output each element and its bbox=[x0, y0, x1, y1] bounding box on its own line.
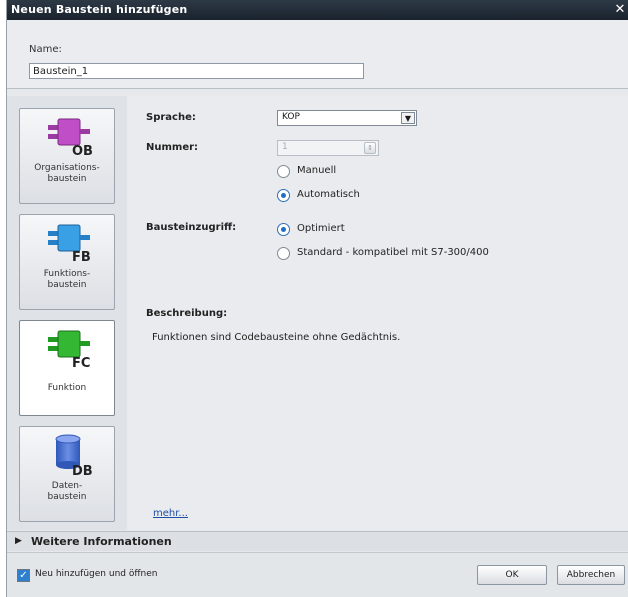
description-label: Beschreibung: bbox=[146, 308, 228, 319]
language-label: Sprache: bbox=[146, 112, 196, 123]
radio-standard[interactable]: Standard - kompatibel mit S7-300/400 bbox=[277, 246, 517, 262]
name-input[interactable] bbox=[29, 63, 364, 79]
block-type-label: Daten- baustein bbox=[47, 481, 87, 502]
ok-button[interactable]: OK bbox=[477, 565, 547, 585]
dialog-footer: ✓ Neu hinzufügen und öffnen OK Abbrechen bbox=[7, 552, 628, 597]
radio-manual[interactable]: Manuell bbox=[277, 164, 467, 180]
add-block-dialog: Neuen Baustein hinzufügen ✕ Name: OB Org… bbox=[6, 0, 628, 597]
svg-text:FC: FC bbox=[72, 356, 90, 371]
block-type-ob[interactable]: OB Organisations- baustein bbox=[19, 108, 115, 204]
radio-circle[interactable] bbox=[277, 223, 290, 236]
block-type-label: Organisations- baustein bbox=[34, 163, 100, 184]
cancel-button[interactable]: Abbrechen bbox=[557, 565, 625, 585]
function-block-icon: FB bbox=[48, 224, 91, 265]
dialog-title: Neuen Baustein hinzufügen bbox=[11, 3, 188, 16]
language-select[interactable]: KOP ▼ bbox=[277, 110, 417, 126]
name-section: Name: bbox=[7, 20, 628, 88]
spinner-icon: ⇕ bbox=[364, 142, 376, 154]
add-and-open-label: Neu hinzufügen und öffnen bbox=[35, 569, 158, 579]
more-link[interactable]: mehr... bbox=[153, 508, 188, 519]
more-info-expander[interactable]: ▶ Weitere Informationen bbox=[7, 531, 628, 551]
organization-block-icon: OB bbox=[48, 118, 93, 159]
expand-arrow-icon[interactable]: ▶ bbox=[15, 536, 22, 546]
svg-text:FB: FB bbox=[72, 250, 91, 265]
svg-text:DB: DB bbox=[72, 464, 93, 477]
name-label: Name: bbox=[29, 44, 62, 55]
number-stepper: 1 ⇕ bbox=[277, 140, 379, 156]
block-access-label: Bausteinzugriff: bbox=[146, 222, 237, 233]
number-label: Nummer: bbox=[146, 142, 199, 153]
number-value: 1 bbox=[282, 142, 288, 152]
more-info-label: Weitere Informationen bbox=[31, 535, 172, 548]
radio-label: Automatisch bbox=[297, 189, 360, 200]
radio-optimized[interactable]: Optimiert bbox=[277, 222, 517, 238]
description-text: Funktionen sind Codebausteine ohne Gedäc… bbox=[152, 332, 401, 343]
radio-label: Manuell bbox=[297, 165, 337, 176]
chevron-down-icon[interactable]: ▼ bbox=[401, 112, 415, 124]
close-icon[interactable]: ✕ bbox=[613, 2, 627, 18]
language-value: KOP bbox=[282, 112, 300, 122]
function-icon: FC bbox=[48, 330, 90, 371]
radio-circle[interactable] bbox=[277, 165, 290, 178]
block-type-label: Funktions- baustein bbox=[43, 269, 91, 290]
radio-label: Optimiert bbox=[297, 223, 345, 234]
block-type-fc[interactable]: FC Funktion bbox=[19, 320, 115, 416]
svg-text:OB: OB bbox=[72, 144, 93, 159]
radio-automatic[interactable]: Automatisch bbox=[277, 188, 467, 204]
block-type-fb[interactable]: FB Funktions- baustein bbox=[19, 214, 115, 310]
divider bbox=[7, 88, 628, 89]
radio-circle[interactable] bbox=[277, 247, 290, 260]
radio-label: Standard - kompatibel mit S7-300/400 bbox=[297, 247, 489, 258]
radio-circle[interactable] bbox=[277, 189, 290, 202]
block-type-label: Funktion bbox=[47, 383, 87, 393]
add-and-open-checkbox[interactable]: ✓ bbox=[17, 569, 30, 582]
block-type-list: OB Organisations- baustein FB Funktions-… bbox=[7, 96, 127, 530]
block-type-db[interactable]: DB Daten- baustein bbox=[19, 426, 115, 522]
title-bar: Neuen Baustein hinzufügen ✕ bbox=[7, 0, 628, 20]
data-block-icon: DB bbox=[55, 434, 93, 477]
